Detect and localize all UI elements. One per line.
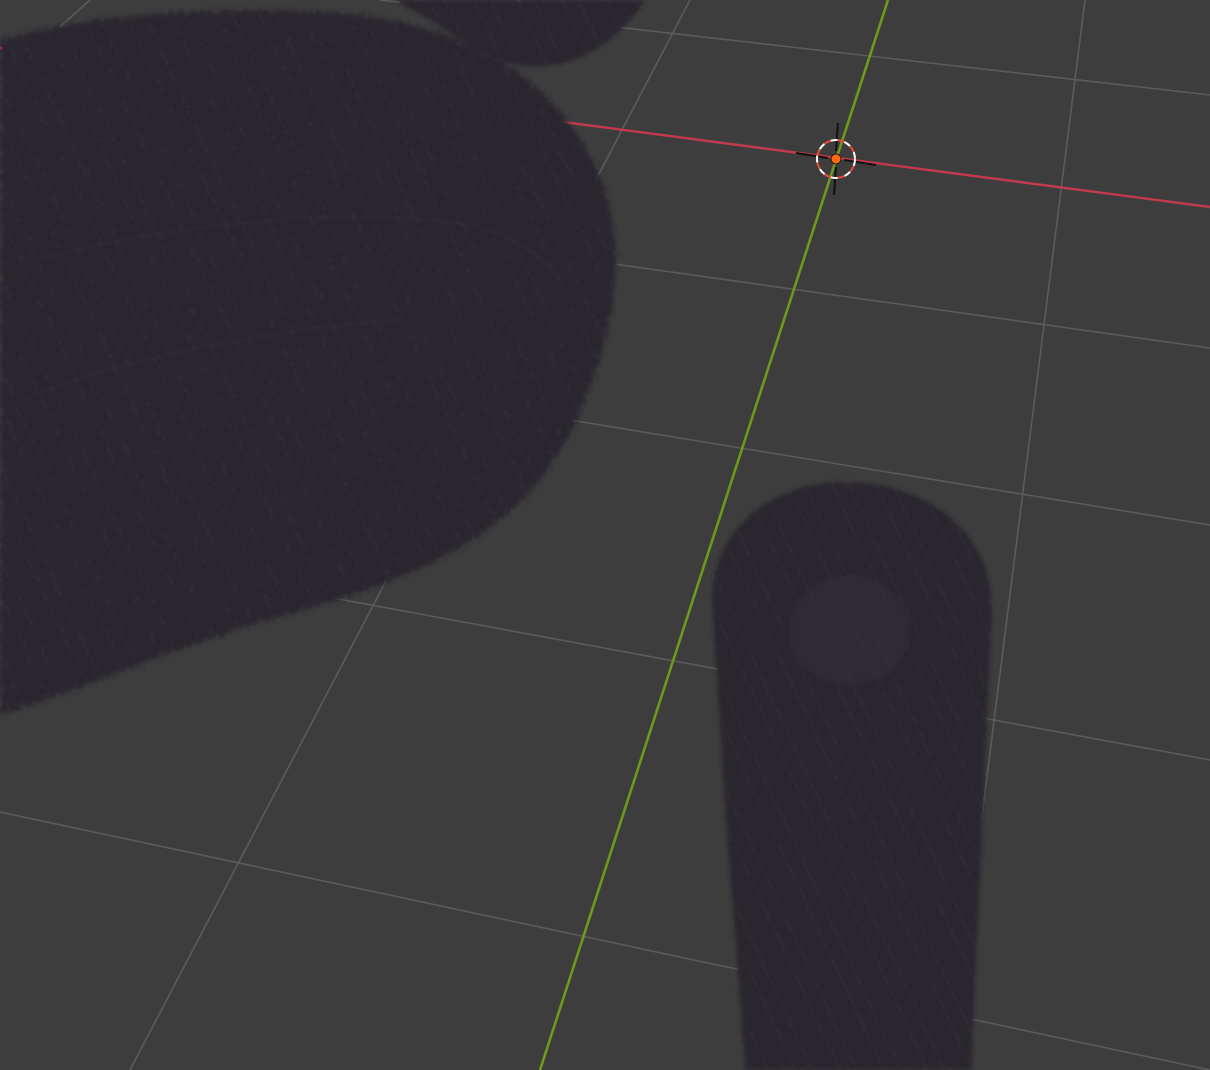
- fur-object-top-left[interactable]: [0, 9, 616, 716]
- 3d-viewport[interactable]: [0, 0, 1210, 1070]
- grid-line: [0, 811, 1210, 1070]
- fur-object-right[interactable]: [712, 482, 992, 1070]
- grid-line: [599, 261, 1210, 349]
- 3d-cursor-icon[interactable]: [795, 122, 877, 196]
- viewport-canvas[interactable]: [0, 0, 1210, 1070]
